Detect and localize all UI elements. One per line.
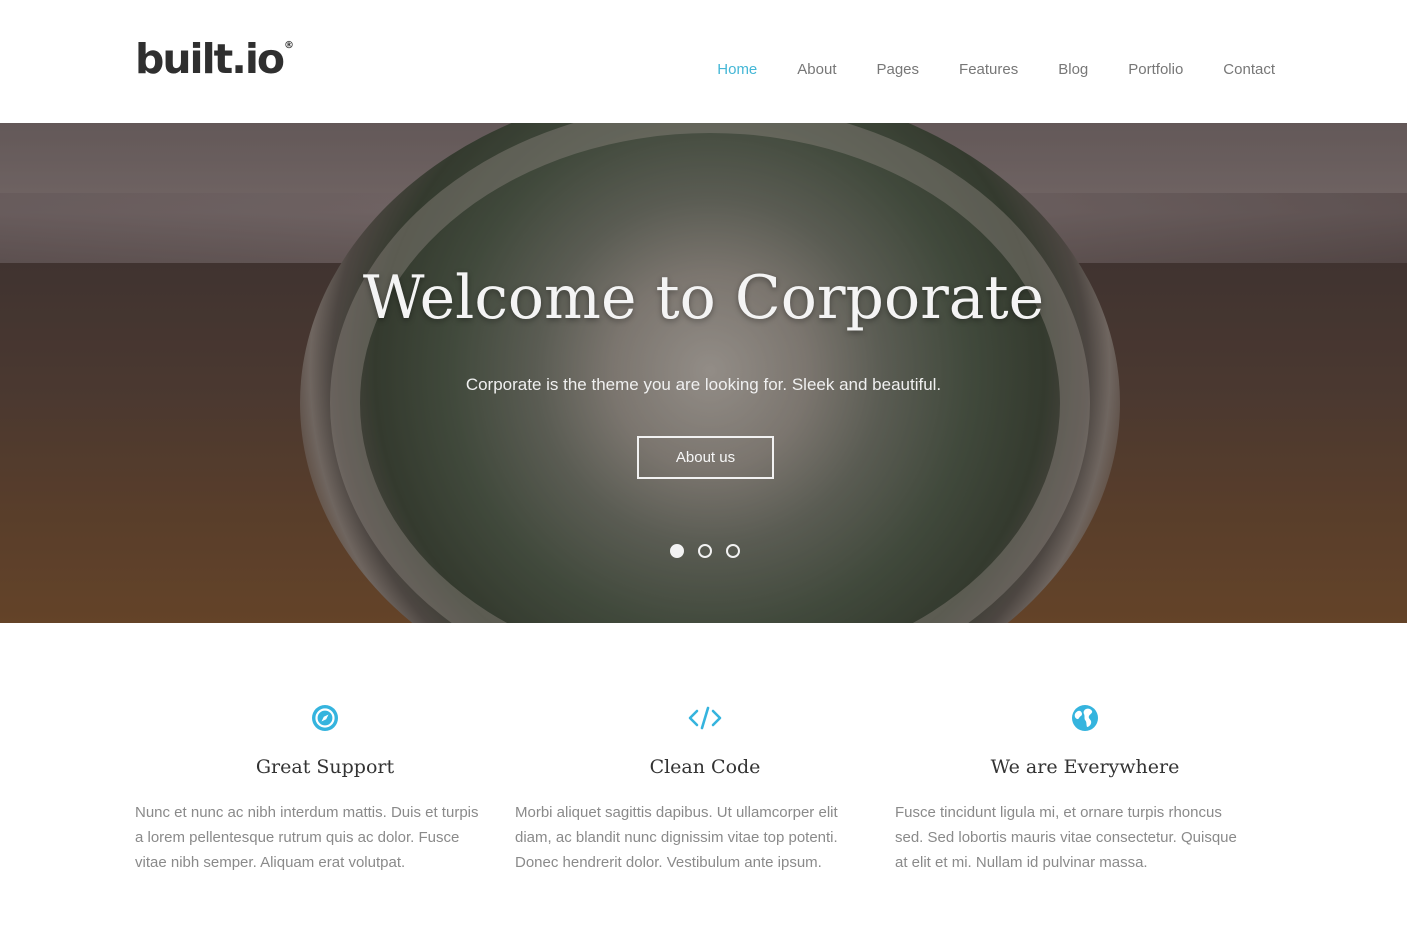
feature-clean-code: Clean Code Morbi aliquet sagittis dapibu… [515, 700, 895, 875]
nav-blog[interactable]: Blog [1058, 60, 1088, 80]
logo[interactable]: built.io ® [135, 36, 294, 82]
about-us-button[interactable]: About us [637, 436, 774, 479]
site-header: built.io ® Home About Pages Features Blo… [0, 0, 1407, 123]
feature-title: Great Support [255, 756, 395, 778]
slider-dot-3[interactable] [726, 544, 740, 558]
nav-about[interactable]: About [797, 60, 836, 80]
compass-icon [135, 700, 515, 736]
nav-features[interactable]: Features [959, 60, 1018, 80]
logo-registered-mark: ® [284, 40, 295, 51]
main-nav: Home About Pages Features Blog Portfolio… [677, 60, 1275, 80]
feature-text: Nunc et nunc ac nibh interdum mattis. Du… [135, 804, 479, 871]
slider-dots [670, 544, 754, 558]
hero-slider: Welcome to Corporate Corporate is the th… [0, 123, 1407, 623]
nav-home[interactable]: Home [717, 60, 757, 80]
code-icon [515, 700, 895, 736]
feature-text: Fusce tincidunt ligula mi, et ornare tur… [895, 804, 1237, 871]
nav-contact[interactable]: Contact [1223, 60, 1275, 80]
features-section: Great Support Nunc et nunc ac nibh inter… [135, 700, 1275, 875]
feature-we-are-everywhere: We are Everywhere Fusce tincidunt ligula… [895, 700, 1275, 875]
globe-icon [895, 700, 1275, 736]
feature-text: Morbi aliquet sagittis dapibus. Ut ullam… [515, 804, 838, 871]
nav-pages[interactable]: Pages [876, 60, 919, 80]
feature-title: Clean Code [649, 756, 761, 778]
feature-great-support: Great Support Nunc et nunc ac nibh inter… [135, 700, 515, 875]
slider-dot-1[interactable] [670, 544, 684, 558]
nav-portfolio[interactable]: Portfolio [1128, 60, 1183, 80]
logo-text: built.io [135, 35, 285, 83]
hero-subtitle: Corporate is the theme you are looking f… [465, 375, 942, 394]
slider-dot-2[interactable] [698, 544, 712, 558]
feature-title: We are Everywhere [990, 756, 1180, 778]
hero-title: Welcome to Corporate [362, 263, 1045, 333]
